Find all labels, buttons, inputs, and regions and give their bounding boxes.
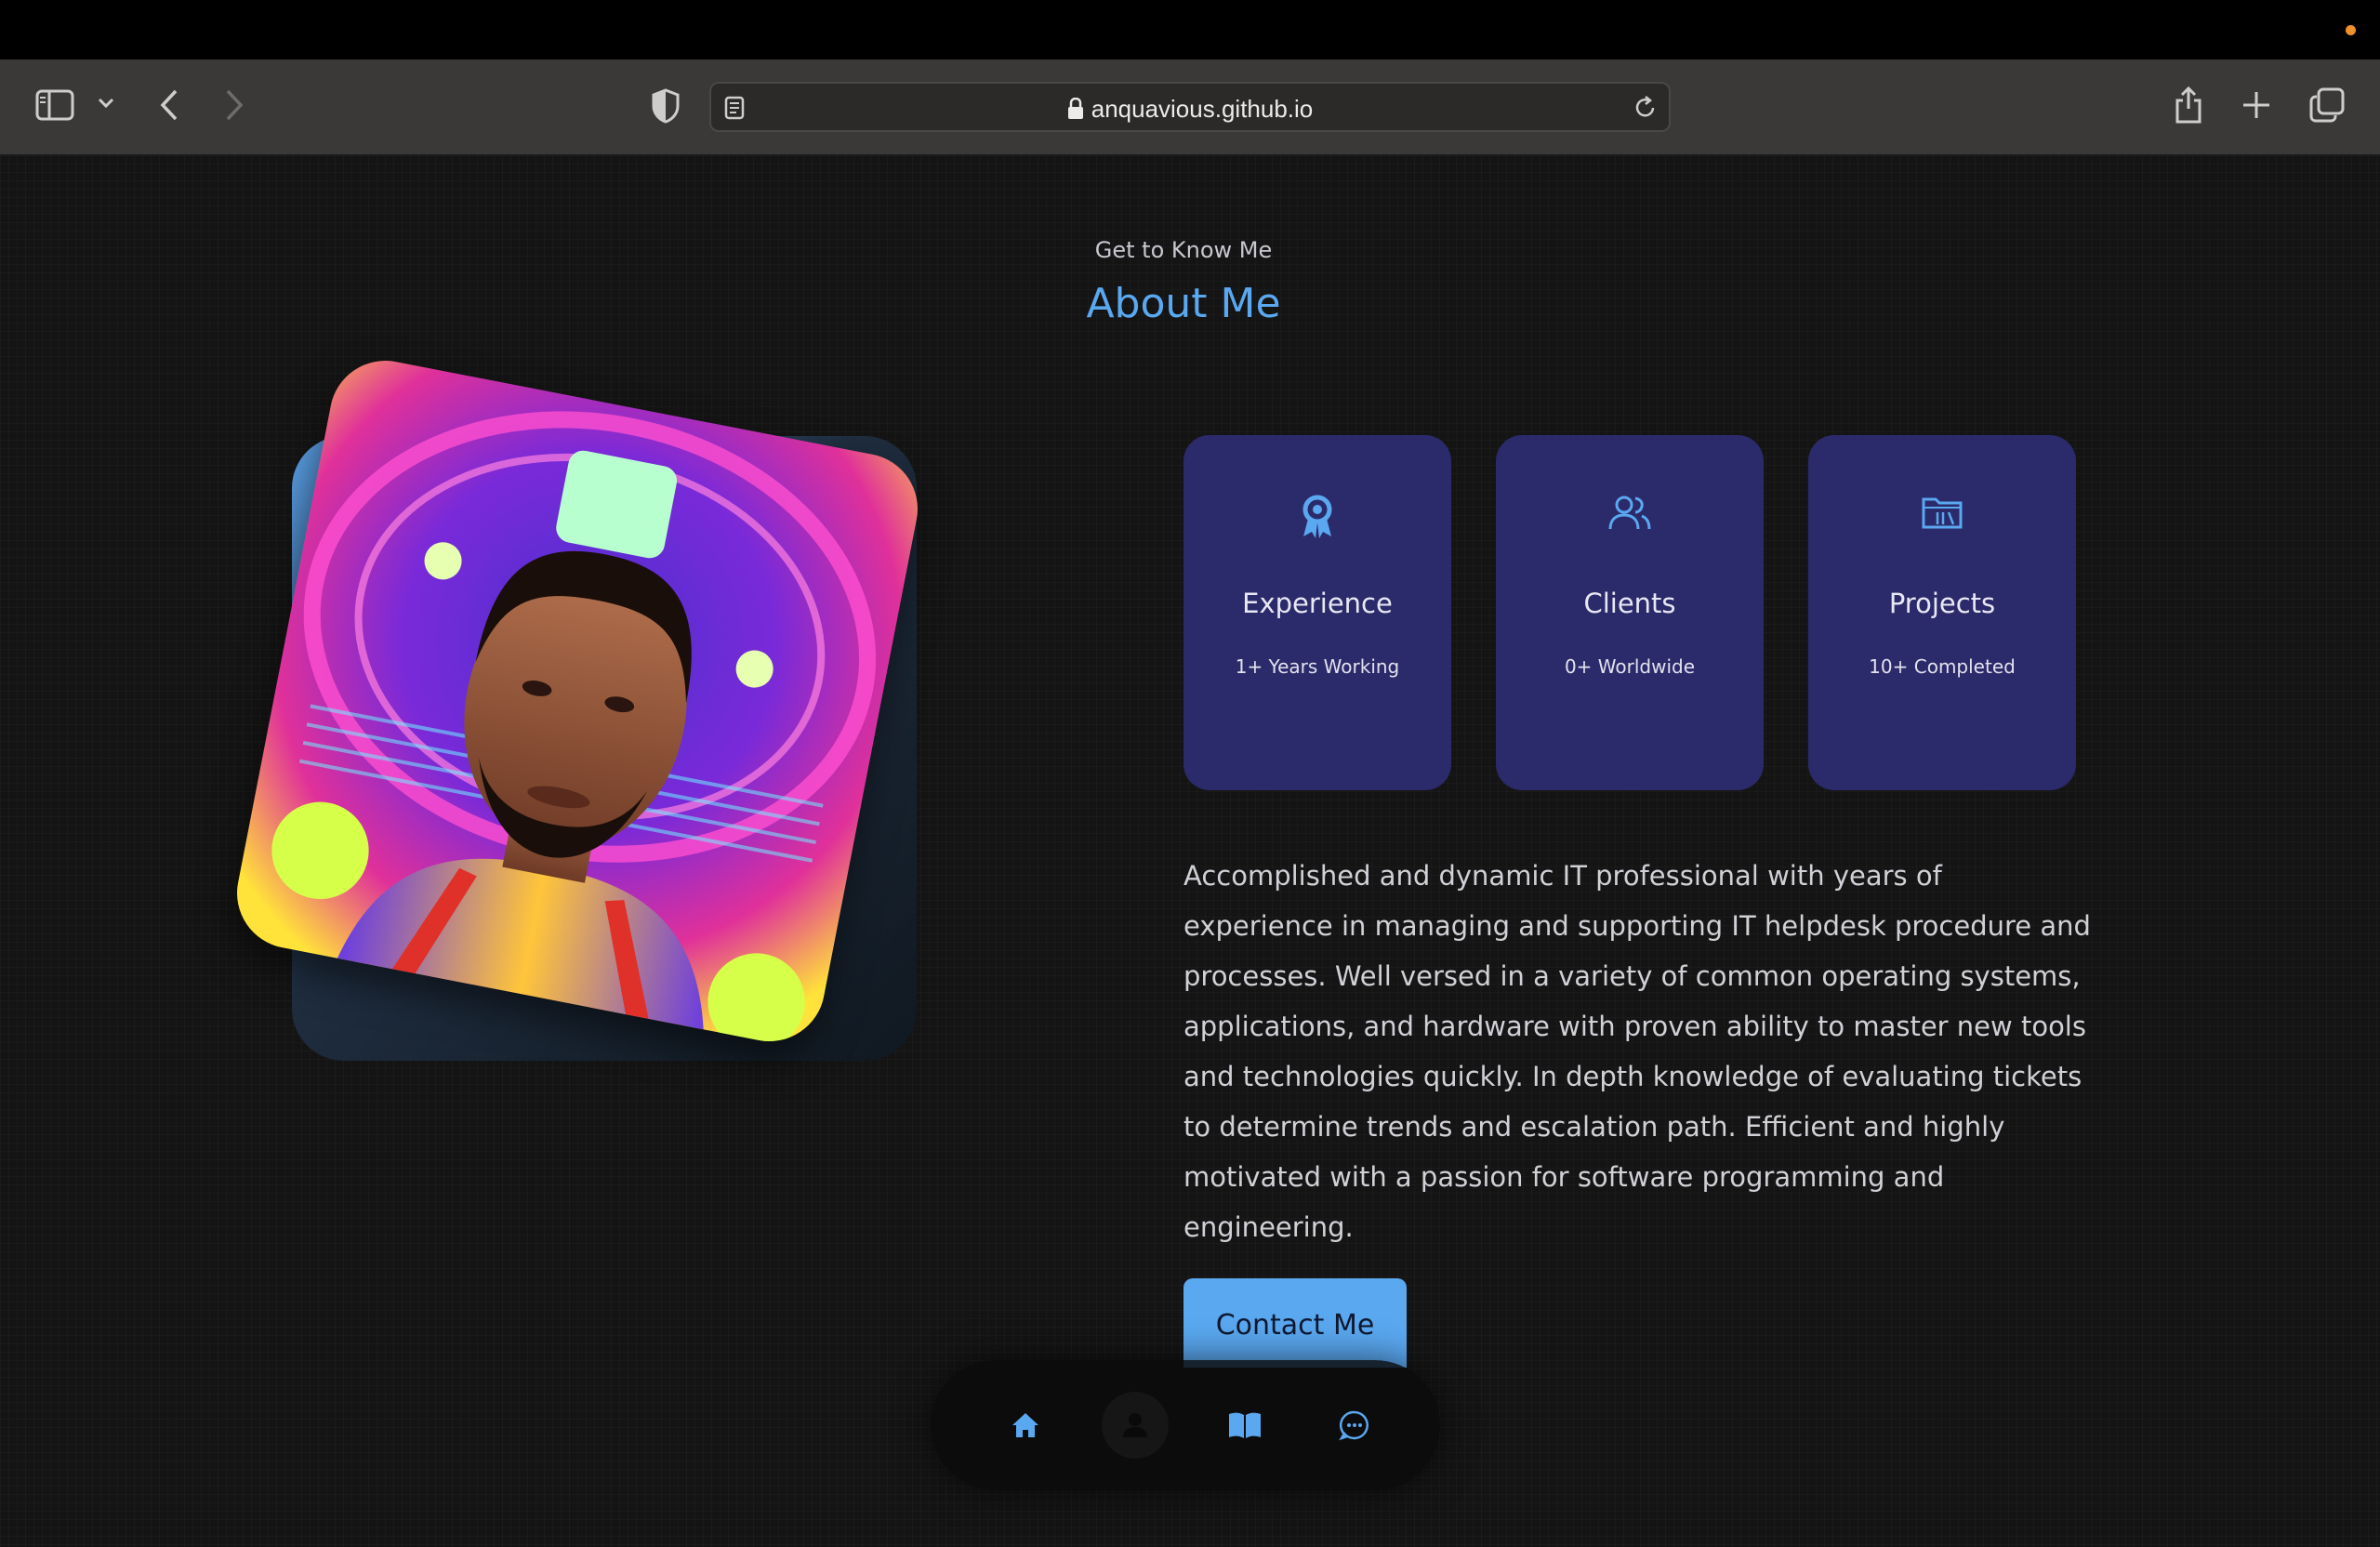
new-tab-icon[interactable] xyxy=(2241,89,2272,121)
tab-overview-icon[interactable] xyxy=(2309,87,2345,123)
chat-icon[interactable] xyxy=(1321,1392,1388,1459)
about-description: Accomplished and dynamic IT professional… xyxy=(1183,860,2091,1243)
address-bar[interactable]: anquavious.github.io xyxy=(709,82,1671,132)
card-title: Experience xyxy=(1242,588,1393,619)
user-icon[interactable] xyxy=(1102,1392,1169,1459)
url-label: anquavious.github.io xyxy=(1091,95,1314,123)
section-title: About Me xyxy=(1086,280,1281,327)
profile-portrait xyxy=(227,350,928,1051)
privacy-shield-icon[interactable] xyxy=(651,87,681,125)
bottom-nav xyxy=(931,1360,1440,1490)
section-subtitle: Get to Know Me xyxy=(1094,237,1273,263)
lock-icon xyxy=(1067,97,1084,126)
share-icon[interactable] xyxy=(2174,86,2203,125)
folder-icon xyxy=(1808,494,2076,531)
book-icon[interactable] xyxy=(1211,1392,1278,1459)
card-text: 10+ Completed xyxy=(1869,655,2016,678)
menu-bar xyxy=(0,0,2380,60)
recording-indicator-icon xyxy=(2346,25,2356,35)
url-text: anquavious.github.io xyxy=(711,95,1669,126)
users-icon xyxy=(1496,494,1764,533)
clients-card: Clients 0+ Worldwide xyxy=(1496,435,1764,790)
forward-icon[interactable] xyxy=(223,87,245,123)
card-text: 1+ Years Working xyxy=(1235,655,1400,678)
browser-toolbar: anquavious.github.io xyxy=(0,60,2380,155)
projects-card: Projects 10+ Completed xyxy=(1808,435,2076,790)
card-text: 0+ Worldwide xyxy=(1564,655,1696,678)
award-icon xyxy=(1183,494,1451,540)
sidebar-toggle-icon[interactable] xyxy=(35,89,74,121)
home-icon[interactable] xyxy=(992,1392,1059,1459)
reload-icon[interactable] xyxy=(1633,95,1658,125)
back-icon[interactable] xyxy=(158,87,180,123)
card-title: Projects xyxy=(1888,588,1996,619)
chevron-down-icon[interactable] xyxy=(97,97,115,110)
card-title: Clients xyxy=(1583,588,1676,619)
experience-card: Experience 1+ Years Working xyxy=(1183,435,1451,790)
about-section: Get to Know Me About Me Experience 1+ Ye… xyxy=(0,155,2380,1547)
contact-me-button[interactable]: Contact Me xyxy=(1183,1278,1407,1368)
